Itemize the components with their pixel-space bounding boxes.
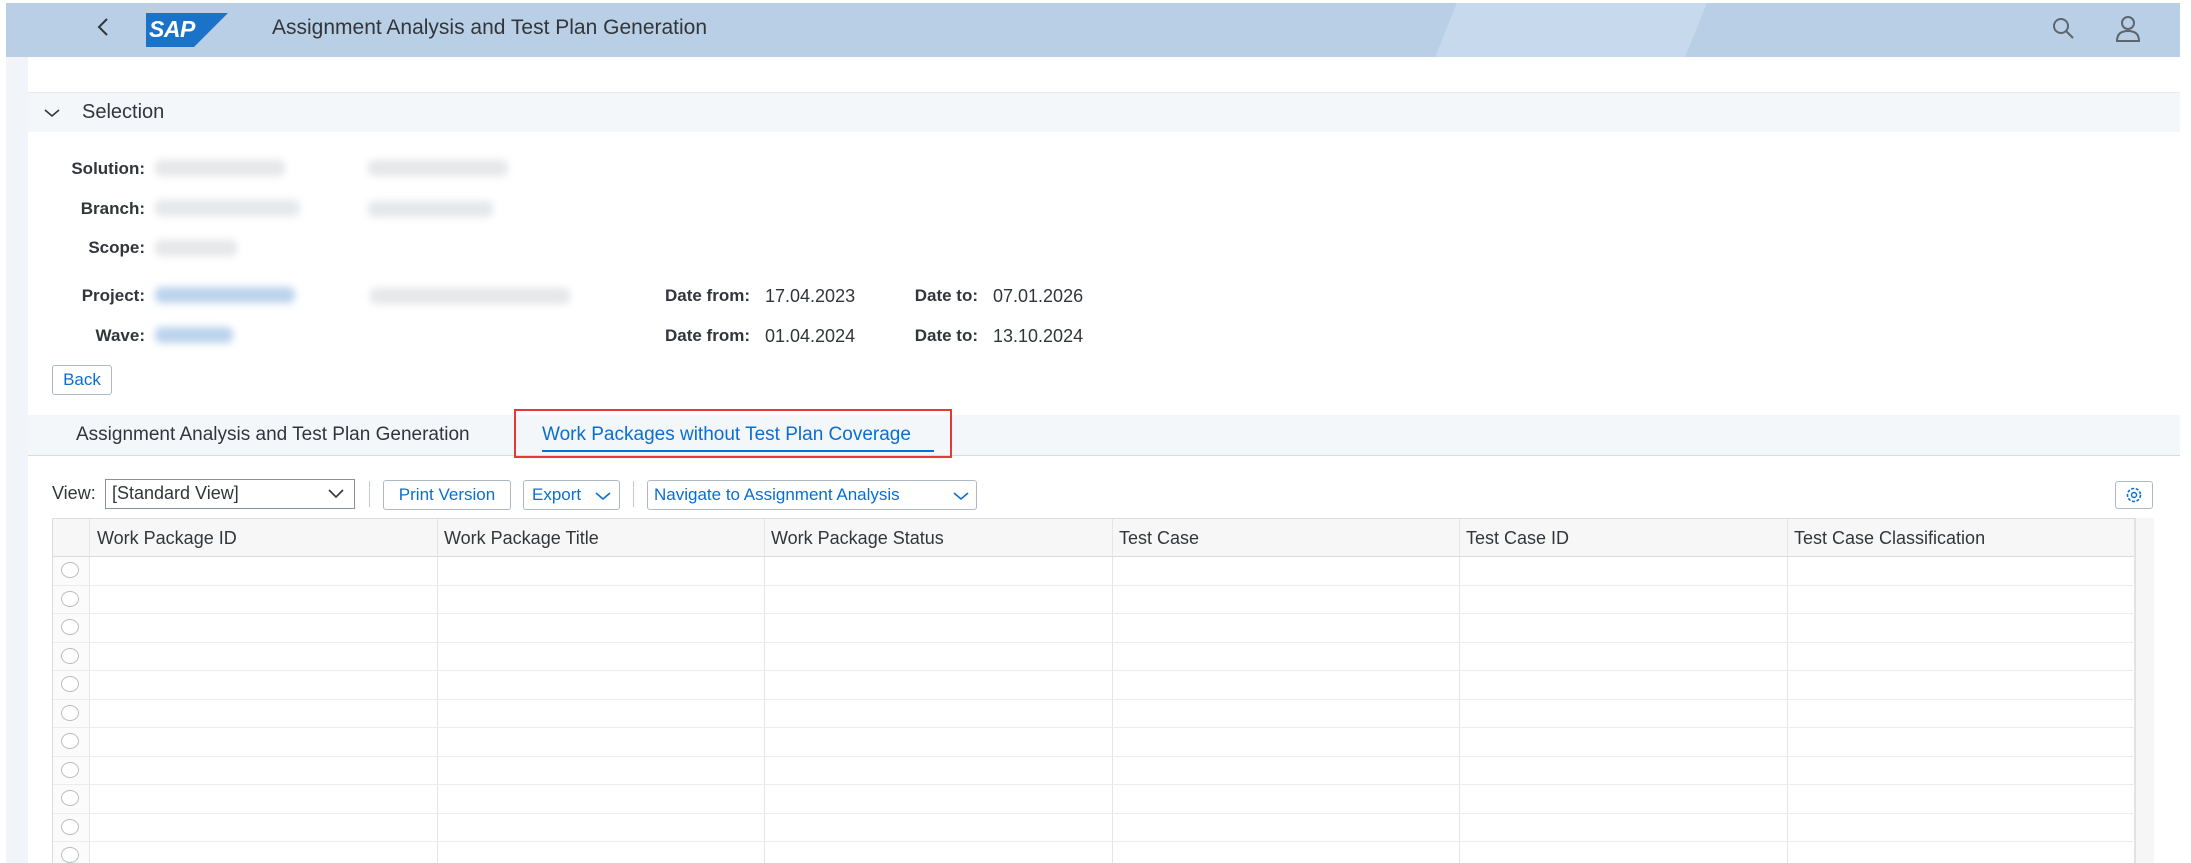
table-row[interactable] [53,671,2135,700]
project-label: Project: [81,286,145,305]
view-label: View: [52,483,96,503]
solution-value-redacted [155,160,285,176]
row-select-radio[interactable] [61,562,79,578]
scope-label: Scope: [88,238,145,257]
search-icon[interactable] [2050,15,2076,41]
branch-label: Branch: [80,199,145,218]
tab-assignment-analysis[interactable]: Assignment Analysis and Test Plan Genera… [76,424,470,446]
table-row[interactable] [53,614,2135,643]
navigate-assignment-analysis-button[interactable]: Navigate to Assignment Analysis [647,480,977,510]
selection-header[interactable] [28,92,2180,132]
table-row[interactable] [53,842,2135,863]
row-select-radio[interactable] [61,733,79,749]
project-date-to-label: Date to: [914,286,978,305]
toolbar-separator [633,481,634,507]
row-select-radio[interactable] [61,704,79,721]
row-select-radio[interactable] [61,818,79,835]
row-select-radio[interactable] [61,761,79,778]
scope-value-redacted [155,240,237,256]
gear-icon[interactable] [2124,485,2144,505]
project-date-from: 17.04.2023 [765,286,856,306]
row-select-radio[interactable] [61,847,79,863]
column-header-test-case-classification[interactable]: Test Case Classification [1794,519,1985,557]
project-value-redacted[interactable] [155,287,295,303]
branch-description-redacted [368,201,493,217]
solution-description-redacted [368,160,508,176]
table-row[interactable] [53,700,2135,728]
table-row[interactable] [53,728,2135,757]
column-header-work-package-status[interactable]: Work Package Status [771,519,944,557]
chevron-down-icon[interactable] [952,489,970,503]
column-header-work-package-id[interactable]: Work Package ID [97,519,237,557]
view-select-value: [Standard View] [112,483,239,503]
table-header: Work Package ID Work Package Title Work … [53,519,2135,557]
toolbar-separator [369,481,370,507]
page: SAP Assignment Analysis and Test Plan Ge… [0,0,2191,863]
wave-date-from: 01.04.2024 [765,326,856,346]
chevron-down-icon[interactable] [326,486,346,502]
shell-decoration [1435,3,1707,57]
table-row[interactable] [53,814,2135,842]
app-title: Assignment Analysis and Test Plan Genera… [272,16,708,39]
row-select-radio[interactable] [61,647,79,664]
table-row[interactable] [53,586,2135,614]
project-description-redacted [370,288,570,304]
column-header-test-case-id[interactable]: Test Case ID [1466,519,1569,557]
sap-logo-text: SAP [149,16,195,42]
wave-date-from-label: Date from: [664,326,750,345]
chevron-down-icon[interactable] [594,489,612,503]
tab-highlight-box [514,409,952,458]
table-row[interactable] [53,785,2135,814]
row-select-radio[interactable] [61,790,79,806]
work-packages-table: Work Package ID Work Package Title Work … [52,518,2135,863]
wave-date-to-label: Date to: [914,326,978,345]
export-button-label: Export [532,485,582,504]
selection-title: Selection [82,101,165,123]
project-date-to: 07.01.2026 [993,286,1084,306]
print-version-button[interactable]: Print Version [383,480,511,510]
chevron-down-icon[interactable] [42,103,62,123]
column-header-test-case[interactable]: Test Case [1119,519,1199,557]
row-select-radio[interactable] [61,676,79,692]
table-scrollbar[interactable] [2135,518,2154,863]
project-date-from-label: Date from: [664,286,750,305]
wave-value-redacted[interactable] [155,327,233,343]
wave-label: Wave: [95,326,145,345]
user-icon[interactable] [2115,14,2141,42]
column-header-work-package-title[interactable]: Work Package Title [444,519,599,557]
solution-label: Solution: [71,159,145,178]
navigate-button-label: Navigate to Assignment Analysis [654,485,900,504]
chevron-left-icon[interactable] [90,13,118,41]
table-row[interactable] [53,643,2135,671]
branch-value-redacted [155,200,300,216]
row-select-radio[interactable] [61,590,79,607]
row-select-radio[interactable] [61,619,79,635]
wave-date-to: 13.10.2024 [993,326,1084,346]
table-row[interactable] [53,557,2135,586]
table-row[interactable] [53,757,2135,785]
back-button[interactable]: Back [52,365,112,395]
